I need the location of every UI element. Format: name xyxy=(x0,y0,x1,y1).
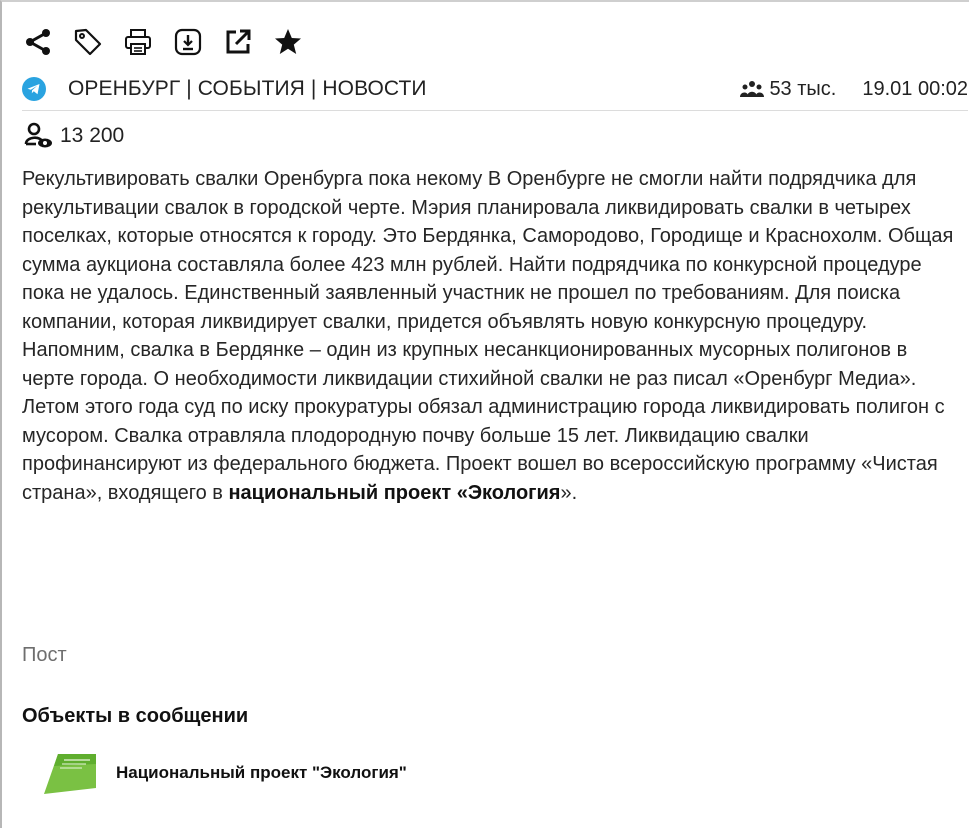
tag-icon xyxy=(74,28,102,56)
favorite-button[interactable] xyxy=(270,24,306,60)
print-icon xyxy=(125,29,151,55)
share-button[interactable] xyxy=(20,24,56,60)
download-button[interactable] xyxy=(170,24,206,60)
share-icon xyxy=(26,29,50,55)
views-value: 13 200 xyxy=(60,124,125,147)
object-name[interactable]: Национальный проект "Экология" xyxy=(116,763,407,783)
audience-icon xyxy=(740,81,765,97)
download-icon xyxy=(174,28,202,56)
object-item[interactable]: Национальный проект "Экология" xyxy=(40,748,407,798)
post-body: Рекультивировать свалки Оренбурга пока н… xyxy=(22,165,960,507)
meta-divider xyxy=(22,110,968,111)
star-icon xyxy=(275,29,301,54)
post-date: 19.01 00:02 xyxy=(862,77,968,100)
print-button[interactable] xyxy=(120,24,156,60)
objects-section-title: Объекты в сообщении xyxy=(22,705,249,727)
open-external-icon xyxy=(226,29,251,54)
ecology-project-logo xyxy=(44,754,96,794)
post-text-tail: ». xyxy=(560,481,578,504)
tag-button[interactable] xyxy=(70,24,106,60)
source-channel[interactable]: ОРЕНБУРГ | СОБЫТИЯ | НОВОСТИ xyxy=(68,77,427,101)
post-text-main: Рекультивировать свалки Оренбурга пока н… xyxy=(22,168,954,504)
post-meta: ОРЕНБУРГ | СОБЫТИЯ | НОВОСТИ 53 тыс. 19.… xyxy=(22,74,968,104)
open-external-button[interactable] xyxy=(220,24,256,60)
post-text-highlight: национальный проект «Экология xyxy=(228,481,561,504)
views-counter: 13 200 xyxy=(24,122,124,150)
views-icon xyxy=(24,122,52,148)
post-toolbar xyxy=(20,22,306,62)
audience-count: 53 тыс. xyxy=(769,77,837,100)
post-type-label: Пост xyxy=(22,644,67,666)
telegram-icon xyxy=(22,77,46,101)
